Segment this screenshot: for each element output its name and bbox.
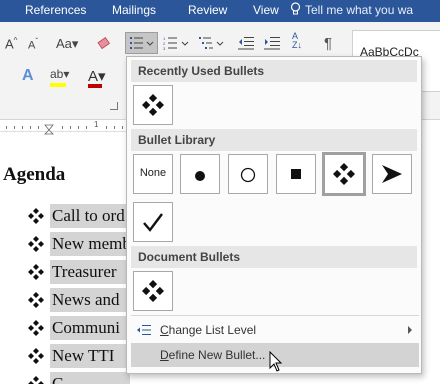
show-formatting-icon[interactable]: ¶ [324,35,332,52]
four-diamond-icon [142,94,164,116]
mouse-cursor-icon [269,351,283,372]
list-item[interactable]: C [28,372,130,384]
list-item[interactable]: Communi [28,316,130,340]
filled-square-icon [291,169,301,179]
library-bullet-filled-square[interactable] [276,154,316,194]
clear-formatting-icon[interactable] [97,36,113,52]
tab-mailings[interactable]: Mailings [112,3,156,17]
horizontal-ruler[interactable]: 1 [0,120,130,132]
four-diamond-bullet-icon [28,320,44,336]
tell-me-search[interactable]: Tell me what you wa [305,3,413,17]
four-diamond-bullet-icon [28,236,44,252]
shrink-font-icon[interactable]: Aˇ [28,37,38,52]
list-item-text: New memb [50,232,130,256]
highlight-icon[interactable]: ab▾ [50,67,69,81]
change-list-level-accel: C [160,323,169,337]
document-bullets-header: Document Bullets [131,246,417,268]
library-bullet-filled-circle[interactable] [180,154,220,194]
bullets-dropdown: Recently Used Bullets Bullet Library Non… [126,56,422,374]
arrowhead-icon [382,165,402,183]
four-diamond-icon [142,280,164,302]
list-item[interactable]: New memb [28,232,130,256]
ribbon-tab-bar: References Mailings Review View Tell me … [0,0,440,22]
hollow-circle-icon [240,167,256,183]
list-item[interactable]: News and [28,288,130,312]
bullets-button[interactable] [125,32,158,54]
list-item-text: Treasurer [50,260,130,284]
checkmark-icon [143,213,163,232]
library-bullet-checkmark[interactable] [133,202,173,242]
library-bullet-hollow-circle[interactable] [228,154,268,194]
font-dialog-launcher-icon[interactable] [110,102,118,110]
filled-circle-icon [195,171,205,181]
library-bullet-none[interactable]: None [133,154,173,194]
font-color-icon[interactable]: A▾ [88,67,106,85]
four-diamond-icon [333,163,355,185]
bullet-library-header: Bullet Library [131,129,417,151]
list-item-text: News and [50,288,130,312]
change-case-icon[interactable]: Aa▾ [56,36,78,52]
decrease-indent-icon[interactable] [237,36,255,50]
library-bullet-four-diamond[interactable] [322,152,366,196]
highlight-color-bar [50,83,66,87]
document-heading: Agenda [3,164,66,185]
tab-review[interactable]: Review [188,3,227,17]
document-page[interactable]: Agenda Call to ord New memb Treasurer Ne… [0,136,130,384]
four-diamond-bullet-icon [28,208,44,224]
change-list-level-item[interactable]: Change List Level [131,318,419,342]
define-new-bullet-label: efine New Bullet... [168,348,266,362]
list-item-text: Communi [50,316,130,340]
list-item[interactable]: Call to ord [28,204,130,228]
menu-separator [131,315,419,316]
document-bullet-four-diamond[interactable] [133,271,173,311]
ruler-number: 1 [94,120,99,129]
define-new-bullet-accel: D [160,348,169,362]
tab-references[interactable]: References [25,3,86,17]
four-diamond-bullet-icon [28,348,44,364]
recently-used-header: Recently Used Bullets [131,60,417,82]
recent-bullet-four-diamond[interactable] [133,85,173,125]
multilevel-list-icon[interactable] [198,36,226,50]
none-label: None [139,167,167,179]
increase-indent-icon[interactable] [263,36,281,50]
list-item[interactable]: Treasurer [28,260,130,284]
list-item-text: C [50,372,130,384]
list-item-text: Call to ord [50,204,130,228]
four-diamond-bullet-icon [28,292,44,308]
indent-marker-icon[interactable] [44,124,54,136]
list-item-text: New TTI [50,344,130,368]
submenu-arrow-icon [408,326,412,334]
four-diamond-bullet-icon [28,264,44,280]
lightbulb-icon [290,2,301,15]
four-diamond-bullet-icon [28,376,44,384]
tab-view[interactable]: View [253,3,279,17]
list-item[interactable]: New TTI [28,344,130,368]
grow-font-icon[interactable]: A^ [5,36,17,51]
bullets-icon [130,37,154,49]
numbering-icon[interactable]: 1 2 3 [163,36,191,50]
svg-text:3: 3 [163,46,166,50]
library-bullet-arrowhead[interactable] [372,154,412,194]
change-list-level-label: hange List Level [168,323,257,337]
change-list-level-icon [137,325,151,335]
sort-icon[interactable]: A Z↓ [292,32,302,50]
text-effects-icon[interactable]: A [22,67,34,85]
font-color-bar [88,84,102,88]
